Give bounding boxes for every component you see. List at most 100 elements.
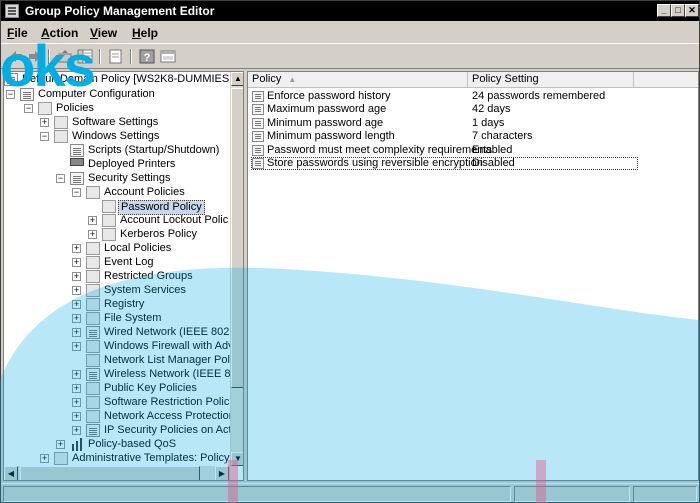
close-button[interactable]: ✕ (685, 4, 699, 17)
tree-item[interactable]: − Windows Settings (4, 130, 230, 144)
column-header-setting[interactable]: Policy Setting (468, 72, 634, 88)
expand-icon[interactable]: + (72, 342, 81, 351)
expand-icon[interactable]: + (56, 440, 65, 449)
tree-item[interactable]: + Wired Network (IEEE 802. (4, 326, 230, 340)
expand-icon[interactable]: + (40, 118, 49, 127)
tree-item[interactable]: + IP Security Policies on Act (4, 424, 230, 438)
expand-icon[interactable]: + (72, 300, 81, 309)
forward-arrow-icon[interactable] (26, 48, 44, 65)
collapse-icon[interactable]: − (40, 132, 49, 141)
tree-item-label: Computer Configuration (38, 88, 155, 100)
tree-item[interactable]: + Administrative Templates: Policy de (4, 452, 230, 466)
details-pane[interactable]: Policy ▲ Policy Setting Enforce password… (247, 71, 699, 481)
list-item[interactable]: Enforce password history 24 passwords rem… (248, 90, 698, 103)
scroll-down-arrow-icon[interactable]: ▼ (231, 452, 243, 466)
tree-item-label: Policy-based QoS (88, 438, 177, 450)
tree-item[interactable]: − Computer Configuration (4, 88, 230, 102)
tree-item[interactable]: + Local Policies (4, 242, 230, 256)
tree-item[interactable]: Scripts (Startup/Shutdown) (4, 144, 230, 158)
expand-icon[interactable]: + (88, 230, 97, 239)
column-header-policy[interactable]: Policy ▲ (248, 72, 468, 88)
show-hide-tree-icon[interactable] (76, 48, 94, 65)
tree-item[interactable]: + Kerberos Policy (4, 228, 230, 242)
expand-icon[interactable]: + (72, 426, 81, 435)
up-folder-icon[interactable] (56, 48, 74, 65)
tree-item-label: Scripts (Startup/Shutdown) (88, 144, 220, 156)
tree-item[interactable]: − Account Policies (4, 186, 230, 200)
tree-item[interactable]: + File System (4, 312, 230, 326)
minimize-button[interactable]: _ (657, 4, 671, 17)
status-segment-2 (514, 486, 630, 502)
tree-item[interactable]: + Windows Firewall with Adv (4, 340, 230, 354)
collapse-icon[interactable]: − (72, 188, 81, 197)
expand-icon[interactable]: + (72, 412, 81, 421)
column-header-setting-label: Policy Setting (472, 73, 539, 85)
tree-item[interactable]: Network List Manager Poli (4, 354, 230, 368)
tree-item[interactable]: + Software Settings (4, 116, 230, 130)
expand-icon[interactable]: + (72, 314, 81, 323)
scroll-left-arrow-icon[interactable]: ◀ (4, 466, 18, 480)
expand-icon[interactable]: + (72, 398, 81, 407)
menu-view[interactable]: View (90, 26, 117, 40)
menu-help[interactable]: Help (132, 26, 158, 40)
properties-icon[interactable] (159, 48, 177, 65)
collapse-icon[interactable]: − (24, 104, 33, 113)
tree-item[interactable]: + System Services (4, 284, 230, 298)
policy-setting-value: 24 passwords remembered (472, 90, 606, 102)
tree-item-label: Public Key Policies (104, 382, 197, 394)
maximize-button[interactable]: □ (671, 4, 685, 17)
tree-hscroll-thumb[interactable] (20, 466, 200, 480)
status-segment-main (3, 486, 511, 502)
status-segment-3 (633, 486, 697, 502)
tree-item[interactable]: − Policies (4, 102, 230, 116)
tree-item[interactable]: − Security Settings (4, 172, 230, 186)
tree-item[interactable]: Deployed Printers (4, 158, 230, 172)
help-icon[interactable]: ? (138, 48, 156, 65)
tree-item[interactable]: + Software Restriction Policie (4, 396, 230, 410)
policy-folder-icon (102, 228, 116, 241)
list-item[interactable]: Store passwords using reversible encrypt… (251, 157, 638, 170)
tree-item[interactable]: + Public Key Policies (4, 382, 230, 396)
menu-file[interactable]: File (7, 26, 28, 40)
tree-item-label: Restricted Groups (104, 270, 193, 282)
scroll-up-arrow-icon[interactable]: ▲ (231, 72, 243, 86)
toolbar-separator (48, 49, 50, 64)
network-icon (86, 326, 100, 339)
tree-item[interactable]: Password Policy (4, 200, 230, 215)
expand-icon[interactable]: + (72, 258, 81, 267)
list-item[interactable]: Minimum password age 1 days (248, 117, 698, 130)
expand-icon[interactable]: + (72, 244, 81, 253)
tree-horizontal-scrollbar[interactable]: ◀ ▶ (4, 466, 230, 480)
tree-item[interactable]: + Restricted Groups (4, 270, 230, 284)
tree-item[interactable]: + Event Log (4, 256, 230, 270)
collapse-icon[interactable]: − (6, 90, 15, 99)
tree-item[interactable]: Default Domain Policy [WS2K8-DUMMIES.ser (4, 73, 230, 87)
tree-vertical-scrollbar[interactable]: ▲ ▼ (230, 72, 243, 466)
tree-scroll-thumb[interactable] (231, 88, 243, 388)
back-arrow-icon[interactable] (7, 48, 25, 65)
export-list-icon[interactable] (107, 48, 125, 65)
list-item[interactable]: Password must meet complexity requiremen… (248, 144, 698, 157)
tree-item[interactable]: + Network Access Protectior (4, 410, 230, 424)
tree-item[interactable]: + Account Lockout Polic (4, 214, 230, 228)
tree-item[interactable]: + Policy-based QoS (4, 438, 230, 452)
expand-icon[interactable]: + (72, 384, 81, 393)
menu-action[interactable]: Action (41, 26, 78, 40)
tree-item[interactable]: + Registry (4, 298, 230, 312)
tree-item[interactable]: + Wireless Network (IEEE 80 (4, 368, 230, 382)
tree-item-label: Local Policies (104, 242, 172, 254)
collapse-icon[interactable]: − (56, 174, 65, 183)
title-bar[interactable]: Group Policy Management Editor _ □ ✕ (1, 1, 699, 21)
list-item[interactable]: Maximum password age 42 days (248, 103, 698, 116)
list-item[interactable]: Minimum password length 7 characters (248, 130, 698, 143)
sort-ascending-icon: ▲ (288, 75, 297, 84)
script-icon (70, 144, 84, 157)
expand-icon[interactable]: + (72, 286, 81, 295)
expand-icon[interactable]: + (72, 328, 81, 337)
console-tree-pane[interactable]: Default Domain Policy [WS2K8-DUMMIES.ser… (3, 71, 244, 481)
expand-icon[interactable]: + (88, 216, 97, 225)
expand-icon[interactable]: + (72, 272, 81, 281)
scroll-right-arrow-icon[interactable]: ▶ (215, 466, 229, 480)
expand-icon[interactable]: + (72, 370, 81, 379)
expand-icon[interactable]: + (40, 454, 49, 463)
